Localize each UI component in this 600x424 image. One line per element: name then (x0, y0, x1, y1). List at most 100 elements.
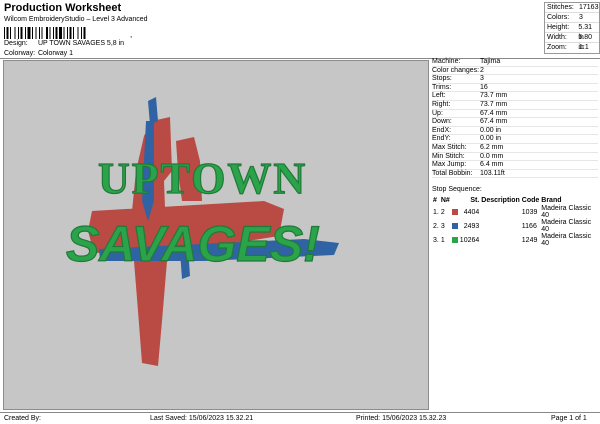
stat-label: Zoom: (547, 44, 567, 51)
stat-value: 5.31 in (578, 24, 592, 41)
row-color (451, 219, 459, 233)
stat-colors: Colors: 3 (545, 13, 599, 23)
row-stitches: 2493 (463, 222, 480, 230)
stat-value: 17163 (579, 4, 599, 11)
col-description: Description (481, 197, 520, 204)
info-value: 67.4 mm (480, 109, 508, 117)
info-value: 103.11ft (480, 169, 505, 177)
info-label: Right: (432, 100, 451, 108)
col-needle: N# (440, 197, 450, 204)
col-brand: Brand (541, 197, 562, 204)
stat-label: Height: (547, 24, 570, 31)
colorway-label: Colorway: (4, 50, 36, 57)
info-row: Max Jump: 6.4 mm (432, 161, 598, 170)
info-row: Left: 73.7 mm (432, 92, 598, 101)
info-value: 6.4 mm (480, 161, 504, 169)
info-row: Trims: 16 (432, 84, 598, 93)
info-value: 73.7 mm (480, 92, 508, 100)
info-row: Stops: 3 (432, 75, 598, 84)
stat-label: Colors: (547, 14, 570, 21)
row-description (480, 219, 521, 233)
info-label: Trims: (432, 83, 452, 91)
info-value: 6.2 mm (480, 143, 504, 151)
row-needle: 1 (440, 236, 445, 244)
info-value: 2 (480, 66, 484, 74)
info-label: Down: (432, 118, 452, 126)
design-preview: UPTOWN SAVAGES! (3, 60, 429, 410)
info-value: 3 (480, 75, 484, 83)
row-code: 1249 (521, 236, 538, 244)
design-text-savages: SAVAGES! (66, 216, 320, 272)
col-code: Code (521, 197, 540, 204)
info-row: Down: 67.4 mm (432, 118, 598, 127)
footer-printed: Printed: 15/06/2023 15.32.23 (356, 415, 447, 422)
col-color (451, 196, 459, 205)
info-value: 73.7 mm (480, 100, 508, 108)
info-row: Min Stitch: 0.0 mm (432, 153, 598, 162)
col-stitches: St. (470, 197, 480, 204)
info-row: EndY: 0.00 in (432, 135, 598, 144)
info-label: EndX: (432, 126, 452, 134)
info-row: Up: 67.4 mm (432, 110, 598, 119)
footer-created-by: Created By: (4, 415, 41, 422)
worksheet-title: Production Worksheet (4, 2, 122, 14)
info-value: Tajima (480, 58, 501, 65)
design-artwork: UPTOWN SAVAGES! (65, 97, 339, 366)
design-text-uptown: UPTOWN (98, 154, 307, 203)
row-stitches: 10264 (459, 236, 480, 244)
table-row: 3. 1 10264 1249 Madeira Classic 40 (432, 233, 600, 247)
machine-info: Machine: Tajima Color changes: 2 Stops: 3 T… (432, 58, 598, 179)
stop-sequence-title: Stop Sequence: (432, 186, 482, 193)
info-label: Machine: (432, 58, 461, 65)
design-value: UP TOWN SAVAGES 5,8 in (37, 40, 125, 47)
row-description (480, 205, 521, 219)
stop-sequence-table: # N# St. Description Code Brand 1. 2 440… (432, 196, 600, 247)
barcode (4, 27, 86, 39)
info-value: 0.0 mm (480, 152, 504, 160)
row-color (451, 233, 459, 247)
color-swatch-icon (451, 208, 458, 215)
info-label: Max Stitch: (432, 143, 467, 151)
info-row: Total Bobbin: 103.11ft (432, 170, 598, 179)
colorway-row: Colorway: Colorway 1 (4, 50, 73, 57)
row-brand: Madeira Classic 40 (541, 233, 592, 247)
row-index: 2. (433, 222, 439, 230)
stat-zoom: Zoom: 1:1 (545, 43, 599, 53)
row-stitches: 4404 (463, 208, 480, 216)
row-index: 3. (433, 236, 439, 244)
footer: Created By: Last Saved: 15/06/2023 15.32… (0, 412, 600, 424)
table-row: 1. 2 4404 1039 Madeira Classic 40 (432, 205, 600, 219)
stat-label: Width: (547, 34, 567, 41)
info-row: Machine: Tajima (432, 58, 598, 67)
row-color (451, 205, 459, 219)
table-header-row: # N# St. Description Code Brand (432, 196, 600, 205)
stat-width: Width: 5.80 in (545, 33, 599, 51)
info-value: 0.00 in (480, 135, 502, 143)
row-needle: 3 (440, 222, 445, 230)
colorway-value: Colorway 1 (37, 50, 73, 57)
design-label: Design: (4, 40, 28, 47)
info-row: EndX: 0.00 in (432, 127, 598, 136)
footer-last-saved: Last Saved: 15/06/2023 15.32.21 (150, 415, 254, 422)
row-needle: 2 (440, 208, 445, 216)
row-code: 1039 (521, 208, 538, 216)
stat-value: 1:1 (579, 44, 589, 51)
row-brand: Madeira Classic 40 (541, 219, 592, 233)
info-value: 0.00 in (480, 126, 502, 134)
info-value: 67.4 mm (480, 118, 508, 126)
stat-value: 5.80 in (578, 34, 592, 51)
info-row: Max Stitch: 6.2 mm (432, 144, 598, 153)
blue-top-stroke (148, 97, 158, 125)
row-code: 1166 (521, 222, 537, 230)
row-brand: Madeira Classic 40 (541, 205, 592, 219)
footer-page: Page 1 of 1 (551, 415, 587, 422)
info-row: Color changes: 2 (432, 67, 598, 76)
info-value: 16 (480, 83, 488, 91)
info-label: Stops: (432, 75, 452, 83)
info-label: Max Jump: (432, 161, 467, 169)
stat-label: Stitches: (547, 4, 574, 11)
row-description (480, 233, 521, 247)
color-swatch-icon (451, 222, 458, 229)
barcode-tail: , (130, 30, 133, 39)
software-subtitle: Wilcom EmbroideryStudio – Level 3 Advanc… (4, 16, 148, 23)
